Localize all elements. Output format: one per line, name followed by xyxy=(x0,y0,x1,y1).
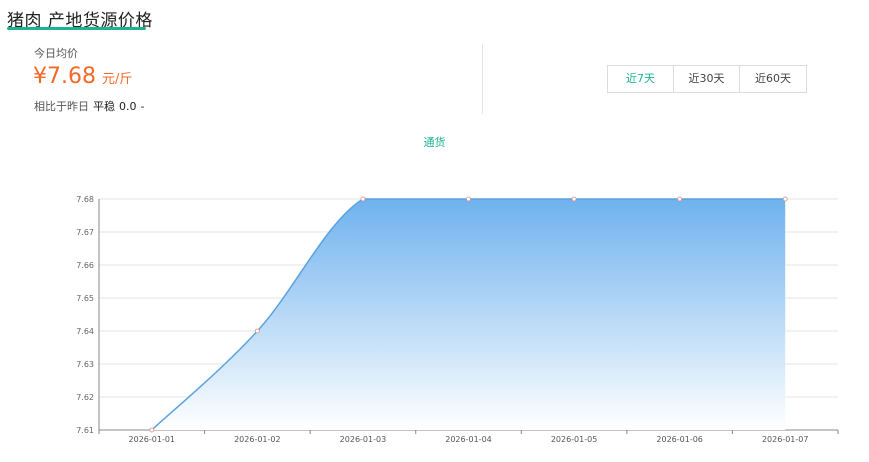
y-tick-label: 7.62 xyxy=(76,393,94,402)
data-point xyxy=(254,328,260,334)
x-tick-label: 2026-01-04 xyxy=(445,435,492,444)
price-chart: 7.61 7.62 7.63 7.64 7.65 7.66 7.67 7.68 2026-01-… xyxy=(76,195,839,444)
y-tick-label: 7.64 xyxy=(76,327,94,336)
x-tick-label: 2026-01-02 xyxy=(234,435,281,444)
data-point xyxy=(466,196,471,202)
x-tick-label: 2026-01-01 xyxy=(129,435,176,444)
y-tick-label: 7.67 xyxy=(76,228,94,237)
y-tick-label: 7.66 xyxy=(76,261,94,270)
y-tick-label: 7.63 xyxy=(76,360,94,369)
x-tick-label: 2026-01-07 xyxy=(762,435,809,444)
data-point xyxy=(149,427,155,433)
x-tick-label: 2026-01-03 xyxy=(340,435,387,444)
y-tick-label: 7.65 xyxy=(76,294,94,303)
data-point xyxy=(360,196,366,202)
data-point xyxy=(571,196,577,202)
data-point xyxy=(782,196,788,202)
x-tick-label: 2026-01-05 xyxy=(551,435,598,444)
series-area-fill xyxy=(151,199,786,430)
y-tick-label: 7.61 xyxy=(76,426,94,435)
data-point xyxy=(677,196,683,202)
x-tick-label: 2026-01-06 xyxy=(656,435,703,444)
y-tick-label: 7.68 xyxy=(76,195,94,204)
